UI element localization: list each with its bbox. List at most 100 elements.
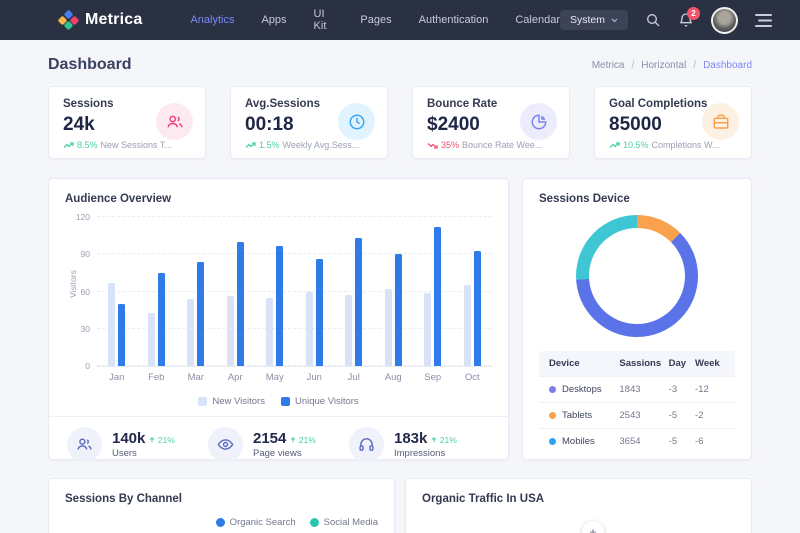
- menu-toggle-icon[interactable]: [755, 14, 772, 27]
- nav-item-apps[interactable]: Apps: [261, 14, 286, 26]
- bar: [385, 289, 392, 366]
- x-axis-tick: Sep: [413, 372, 453, 383]
- bar: [197, 262, 204, 366]
- metrica-logo-icon: [60, 11, 78, 29]
- x-axis-tick: Aug: [374, 372, 414, 383]
- x-axis-tick: May: [255, 372, 295, 383]
- nav-item-authentication[interactable]: Authentication: [419, 14, 489, 26]
- x-axis-tick: Oct: [453, 372, 493, 383]
- pie-chart-icon: [520, 103, 557, 140]
- brand-logo[interactable]: Metrica: [60, 11, 142, 29]
- delta-badge: 21%: [431, 435, 456, 445]
- bar: [316, 259, 323, 366]
- table-header-row: DeviceSassionsDayWeek: [539, 351, 735, 376]
- bar: [227, 296, 234, 366]
- trend-text: Completions W...: [652, 140, 720, 150]
- headphones-icon: [349, 427, 384, 462]
- organic-traffic-usa-title: Organic Traffic In USA: [422, 493, 735, 505]
- page-title: Dashboard: [48, 56, 132, 74]
- x-axis-tick: Jul: [334, 372, 374, 383]
- nav-item-pages[interactable]: Pages: [360, 14, 391, 26]
- table-row: Tablets2543-5-2: [539, 402, 735, 428]
- breadcrumb: Metrica / Horizontal / Dashboard: [592, 60, 752, 71]
- clock-icon: [338, 103, 375, 140]
- audience-overview-title: Audience Overview: [65, 193, 492, 205]
- device-dot: [549, 386, 556, 393]
- legend-dot: [310, 518, 319, 527]
- audience-bar-chart: Visitors 0306090120 JanFebMarAprMayJunJu…: [65, 217, 492, 389]
- breadcrumb-item[interactable]: Metrica: [592, 60, 625, 71]
- delta-badge: 21%: [290, 435, 315, 445]
- stat-card-sessions: Sessions 24k 8.5% New Sessions T...: [48, 86, 206, 159]
- trend-text: Weekly Avg.Sess...: [283, 140, 360, 150]
- table-cell: -2: [695, 410, 725, 421]
- stat-card-avg-sessions: Avg.Sessions 00:18 1.5% Weekly Avg.Sess.…: [230, 86, 388, 159]
- x-axis-tick: Feb: [137, 372, 177, 383]
- brand-name: Metrica: [85, 11, 142, 29]
- table-cell: -5: [669, 410, 695, 421]
- nav-item-ui-kit[interactable]: UI Kit: [314, 8, 334, 32]
- trend-up-icon: [609, 142, 620, 149]
- column-header: Week: [695, 358, 725, 369]
- audience-overview-card: Audience Overview Visitors 0306090120 Ja…: [48, 178, 509, 460]
- x-axis-tick: Jun: [295, 372, 335, 383]
- trend-pct: 1.5%: [259, 140, 280, 150]
- bar: [118, 304, 125, 366]
- table-cell: 3654: [619, 436, 668, 447]
- stat-card-goal-completions: Goal Completions 85000 10.5% Completions…: [594, 86, 752, 159]
- search-icon[interactable]: [645, 12, 661, 28]
- legend-swatch: [198, 397, 207, 406]
- metric-page-views: 2154 21% Page views: [208, 427, 349, 462]
- legend-new-visitors: New Visitors: [198, 396, 265, 407]
- table-cell: -5: [669, 436, 695, 447]
- trend-pct: 10.5%: [623, 140, 649, 150]
- bar: [276, 246, 283, 366]
- eye-icon: [208, 427, 243, 462]
- table-cell: -3: [669, 384, 695, 395]
- metric-users: 140k 21% Users: [67, 427, 208, 462]
- bar: [395, 254, 402, 366]
- system-dropdown[interactable]: System: [560, 10, 628, 30]
- stat-cards-row: Sessions 24k 8.5% New Sessions T... Avg.…: [48, 86, 752, 159]
- sessions-device-donut-chart: [576, 215, 698, 337]
- bar: [424, 293, 431, 366]
- table-row: Mobiles 3654-5-6: [539, 428, 735, 454]
- x-axis-tick: Mar: [176, 372, 216, 383]
- legend-swatch: [281, 397, 290, 406]
- table-cell: -6: [695, 436, 725, 447]
- nav-item-calendar[interactable]: Calendar: [515, 14, 560, 26]
- bar: [187, 299, 194, 366]
- map-zoom-in-button[interactable]: +: [582, 521, 604, 533]
- main-nav: Analytics Apps UI Kit Pages Authenticati…: [190, 8, 560, 32]
- bar: [108, 283, 115, 366]
- bar-group-jun: [295, 217, 335, 366]
- metric-impressions: 183k 21% Impressions: [349, 427, 490, 462]
- device-name: Mobiles: [562, 436, 595, 447]
- chevron-down-icon: [611, 18, 618, 23]
- breadcrumb-separator: /: [631, 60, 634, 71]
- users-icon: [67, 427, 102, 462]
- bar-group-sep: [413, 217, 453, 366]
- nav-item-analytics[interactable]: Analytics: [190, 14, 234, 26]
- user-avatar[interactable]: [711, 7, 738, 34]
- table-cell: 2543: [619, 410, 668, 421]
- channel-legend: Organic Search Social Media: [65, 517, 378, 528]
- organic-traffic-usa-card: Organic Traffic In USA +: [405, 478, 752, 533]
- bar: [464, 285, 471, 366]
- sessions-device-table: DeviceSassionsDayWeekDesktops1843-3-12Ta…: [539, 351, 735, 454]
- bar-group-mar: [176, 217, 216, 366]
- notifications-bell-icon[interactable]: 2: [678, 12, 694, 28]
- breadcrumb-item[interactable]: Horizontal: [641, 60, 686, 71]
- device-dot: [549, 438, 556, 445]
- breadcrumb-item-current: Dashboard: [703, 60, 752, 71]
- trend-pct: 8.5%: [77, 140, 98, 150]
- x-axis-tick: Apr: [216, 372, 256, 383]
- bar: [355, 238, 362, 366]
- briefcase-icon: [702, 103, 739, 140]
- trend-up-icon: [63, 142, 74, 149]
- trend-text: New Sessions T...: [101, 140, 172, 150]
- bar: [474, 251, 481, 366]
- trend-down-icon: [427, 142, 438, 149]
- sessions-by-channel-card: Sessions By Channel Organic Search Socia…: [48, 478, 395, 533]
- system-dropdown-label: System: [570, 14, 605, 26]
